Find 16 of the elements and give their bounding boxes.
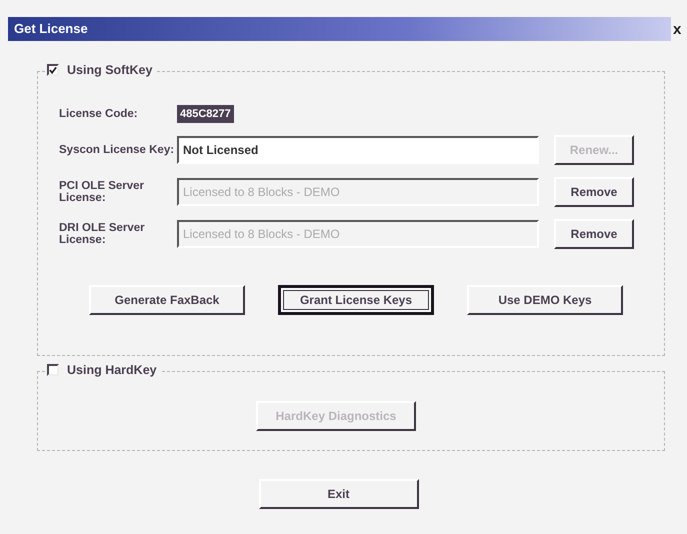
action-button[interactable]: Grant License Keys — [278, 285, 434, 315]
close-button[interactable]: x — [673, 22, 687, 36]
action-button[interactable]: Generate FaxBack — [89, 285, 245, 315]
checkbox-label: Using SoftKey — [67, 62, 152, 79]
exit-button[interactable]: Exit — [258, 479, 418, 509]
window-title: Get License — [8, 17, 671, 41]
field-label: License Code: — [59, 108, 139, 120]
field-label: PCI OLE Server License: — [59, 180, 146, 204]
action-button[interactable]: Use DEMO Keys — [467, 285, 623, 315]
field-label: Syscon License Key: — [59, 144, 176, 156]
field-label: DRI OLE Server License: — [59, 222, 146, 246]
softkey-checkbox[interactable] — [47, 64, 59, 76]
hardkey-checkbox[interactable] — [47, 364, 59, 376]
license-code-value: 485C8277 — [177, 104, 234, 124]
license-field[interactable]: Not Licensed — [177, 136, 539, 164]
checkbox-label: Using HardKey — [67, 362, 157, 379]
